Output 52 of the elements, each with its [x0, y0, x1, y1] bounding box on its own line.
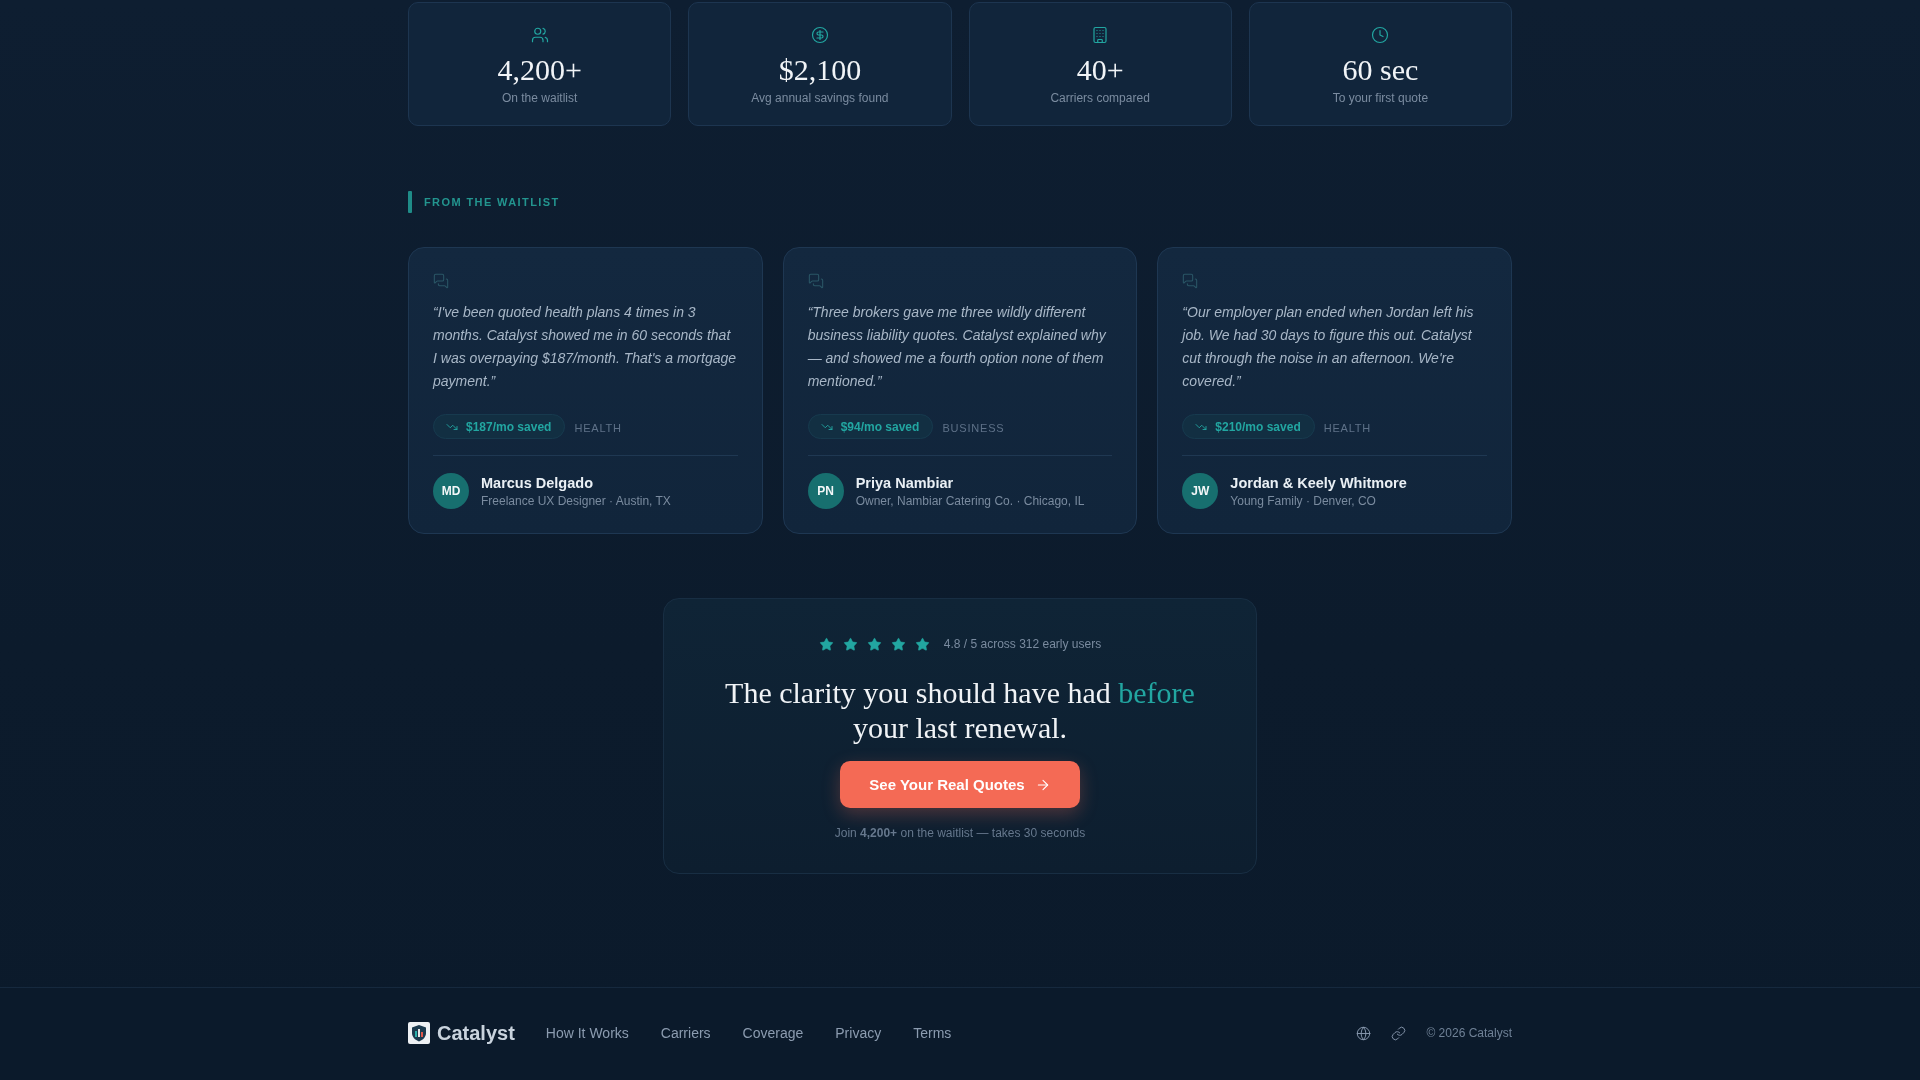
avatar: MD	[433, 473, 469, 509]
stat-label: On the waitlist	[501, 90, 578, 106]
person-name: Priya Nambiar	[855, 473, 955, 492]
testimonial-quote: “Three brokers gave me three wildly different business liability quotes. Catalyst explained why — and showed me a fourth option none of them mentioned.”	[807, 303, 1108, 391]
stat-value: 40+	[1076, 52, 1124, 88]
stat-value: 60 sec	[1342, 52, 1419, 88]
person-name: Jordan & Keely Whitmore	[1230, 473, 1407, 492]
person-details: Freelance UX Designer · Austin, TX	[481, 493, 671, 509]
avatar: PN	[807, 473, 844, 509]
stat-value: $2,100	[778, 52, 862, 88]
stat-label: Avg annual savings found	[751, 90, 889, 106]
cta-headline: The clarity you should have had before your last renewal.	[724, 675, 1196, 745]
category-label: BUSINESS	[942, 421, 1005, 434]
section-label: FROM THE WAITLIST	[424, 196, 560, 208]
globe-icon[interactable]	[1356, 1025, 1372, 1041]
chain-link-icon[interactable]	[1391, 1025, 1407, 1041]
star-icon	[818, 636, 834, 652]
dollar-coin-icon	[810, 26, 829, 44]
stat-label: To your first quote	[1332, 90, 1429, 106]
clock-icon	[1371, 26, 1390, 44]
savings-pill: $187/mo saved	[433, 414, 566, 439]
copyright-text: © 2026 Catalyst	[1426, 1026, 1512, 1040]
building-icon	[1091, 26, 1110, 44]
stat-value: 4,200+	[497, 52, 582, 88]
speech-bubbles-icon	[433, 273, 449, 289]
testimonial-quote: “Our employer plan ended when Jordan left his job. We had 30 days to figure this out. Catalyst cut through the noise in an afternoon. We're covered.”	[1182, 303, 1475, 391]
category-label: HEALTH	[574, 421, 622, 434]
avatar: JW	[1182, 473, 1219, 509]
testimonial-quote: “I've been quoted health plans 4 times in 3 months. Catalyst showed me in 60 seconds that I was overpaying $187/month. That's a mortgage payment.”	[433, 303, 738, 391]
category-label: HEALTH	[1323, 421, 1372, 434]
star-icon	[842, 636, 858, 652]
savings-pill: $94/mo saved	[807, 414, 934, 439]
star-icon	[914, 636, 930, 652]
savings-pill: $210/mo saved	[1182, 414, 1315, 439]
footer-link[interactable]: Carriers	[660, 1025, 711, 1041]
brand-name: Catalyst	[437, 1021, 515, 1045]
footer-link[interactable]: How It Works	[545, 1025, 629, 1041]
people-icon	[530, 26, 549, 44]
waitlist-note: Join 4,200+ on the waitlist — takes 30 seconds	[834, 825, 1086, 841]
shield-logo-icon	[408, 1022, 430, 1044]
stat-label: Carriers compared	[1050, 90, 1150, 106]
footer-link[interactable]: Coverage	[742, 1025, 804, 1041]
footer-link[interactable]: Privacy	[835, 1025, 882, 1041]
person-name: Marcus Delgado	[481, 473, 594, 492]
star-icon	[890, 636, 906, 652]
rating-text: 4.8 / 5 across 312 early users	[943, 637, 1102, 651]
speech-bubbles-icon	[807, 273, 824, 289]
star-icon	[866, 636, 882, 652]
person-details: Young Family · Denver, CO	[1230, 493, 1377, 509]
speech-bubbles-icon	[1182, 273, 1199, 289]
footer-link[interactable]: Terms	[913, 1025, 952, 1041]
person-details: Owner, Nambiar Catering Co. · Chicago, IL	[855, 493, 1085, 509]
